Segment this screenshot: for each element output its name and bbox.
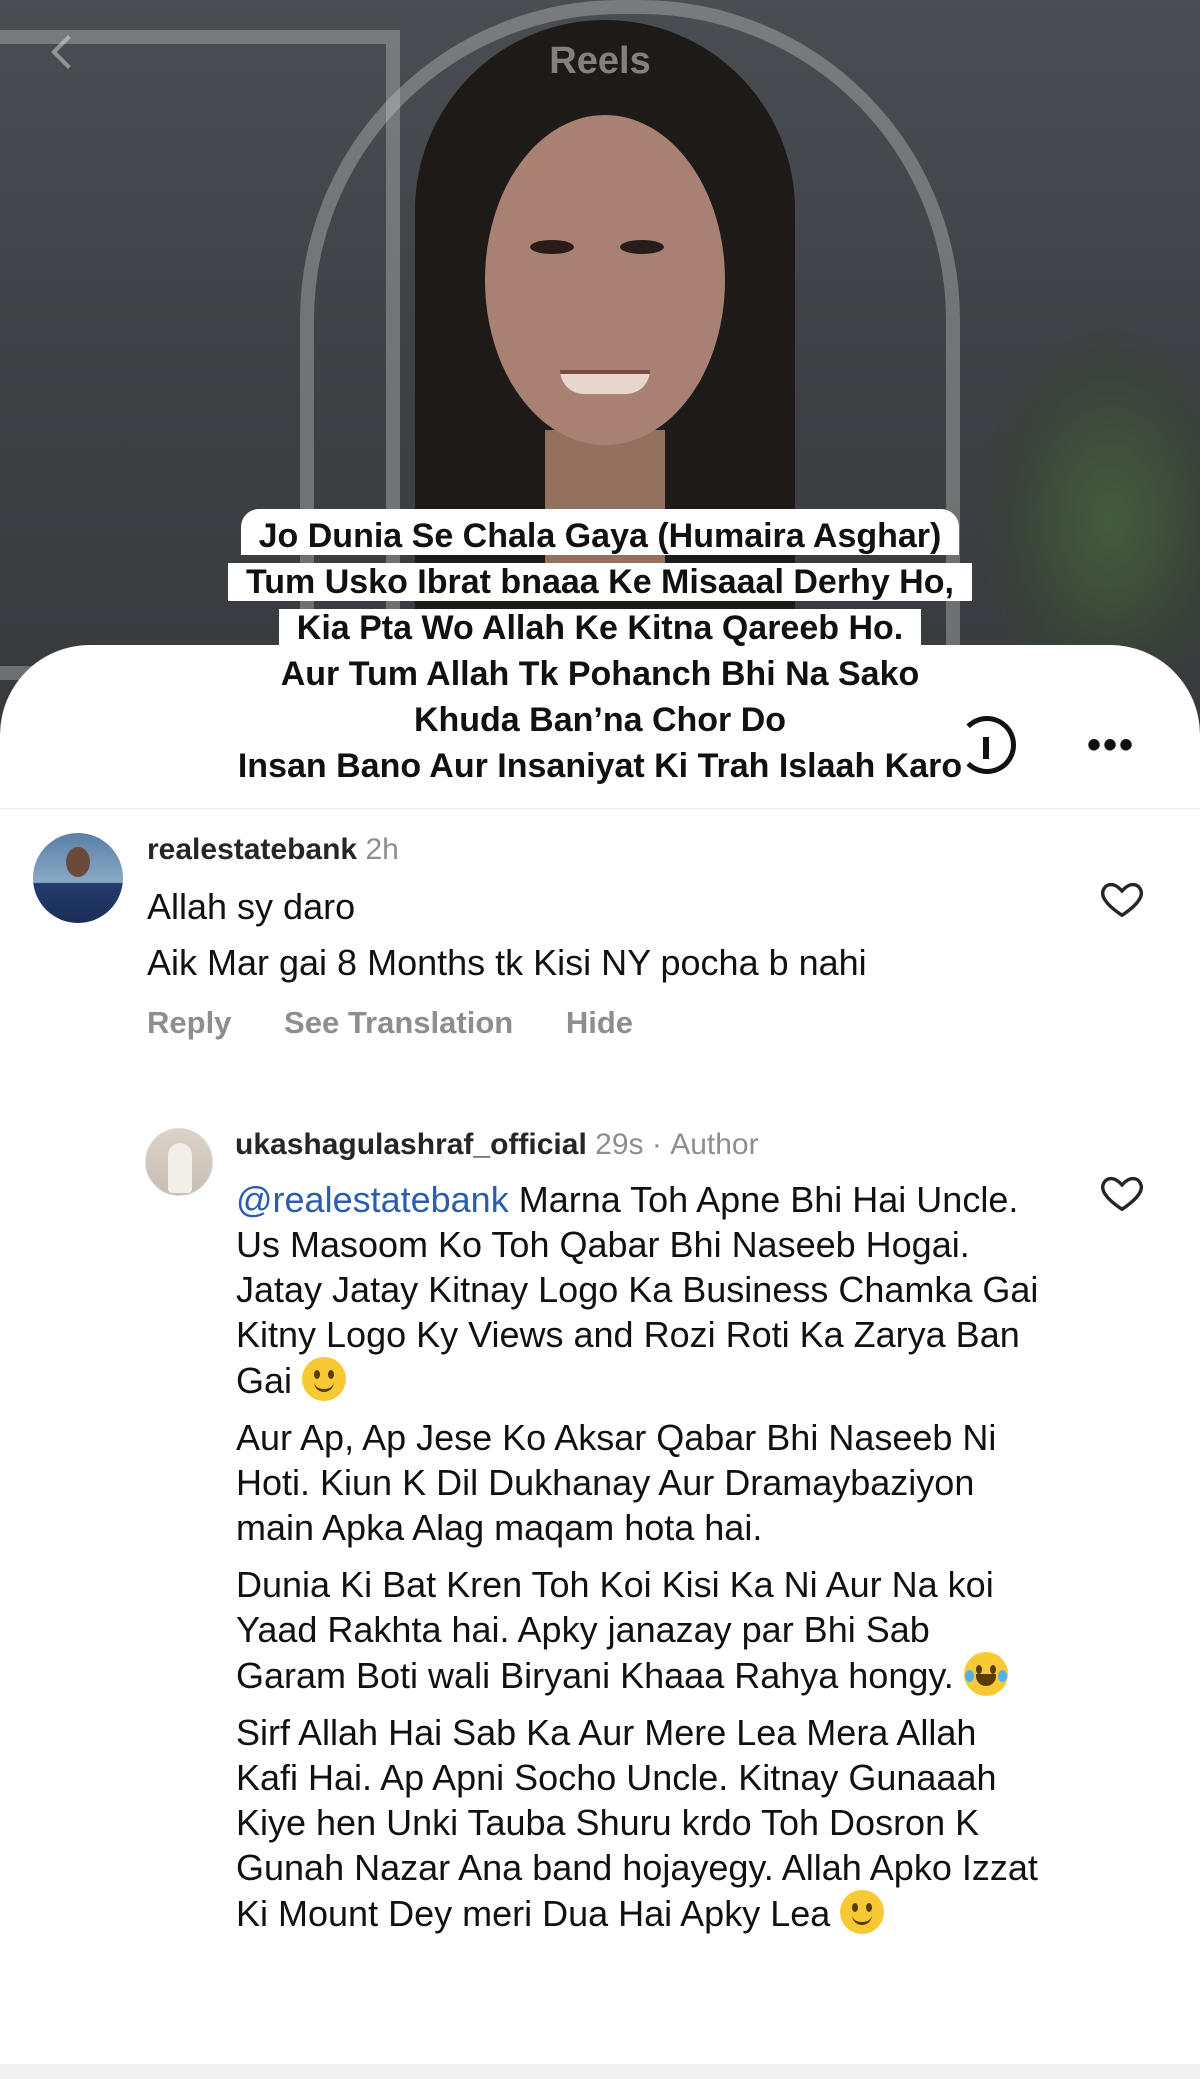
page-title: Reels [549, 40, 651, 82]
like-heart-icon[interactable] [1099, 1169, 1145, 1215]
caption-line: Jo Dunia Se Chala Gaya (Humaira Asghar) [0, 509, 1200, 559]
comment-line: Allah sy daro [147, 886, 356, 927]
person-eye-right [620, 240, 664, 254]
reply-author[interactable]: ukashagulashraf_official 29s · Author [235, 1128, 759, 1162]
hide-button[interactable]: Hide [566, 1005, 633, 1040]
mention-link[interactable]: @realestatebank [236, 1179, 509, 1220]
comment-actions: Reply See Translation Hide [147, 1005, 677, 1041]
like-heart-icon[interactable] [1099, 875, 1145, 921]
reel-remix-icon[interactable] [958, 716, 1016, 774]
username[interactable]: ukashagulashraf_official [235, 1128, 587, 1161]
caption-line: Aur Tum Allah Tk Pohanch Bhi Na Sako [0, 651, 1200, 697]
smile-emoji-icon [840, 1890, 885, 1934]
see-translation-button[interactable]: See Translation [284, 1005, 513, 1040]
avatar[interactable] [145, 1128, 213, 1196]
username[interactable]: realestatebank [147, 833, 357, 866]
avatar[interactable] [33, 833, 123, 923]
reel-caption: Jo Dunia Se Chala Gaya (Humaira Asghar) … [0, 509, 1200, 789]
caption-line: Khuda Ban’na Chor Do [0, 697, 1200, 743]
divider [0, 808, 1200, 809]
person-eye-left [530, 240, 574, 254]
reply-button[interactable]: Reply [147, 1005, 231, 1040]
comment-author[interactable]: realestatebank 2h [147, 833, 399, 867]
reply-paragraph: Dunia Ki Bat Kren Toh Koi Kisi Ka Ni Aur… [236, 1562, 1046, 1698]
separator: · [651, 1128, 662, 1161]
more-options-icon[interactable]: ••• [1087, 725, 1135, 765]
reply-text: @realestatebank Marna Toh Apne Bhi Hai U… [236, 1177, 1046, 1948]
reply-paragraph: Aur Ap, Ap Jese Ko Aksar Qabar Bhi Nasee… [236, 1417, 997, 1548]
smile-emoji-icon [302, 1357, 347, 1401]
comment-time: 2h [365, 833, 399, 866]
caption-line: Insan Bano Aur Insaniyat Ki Trah Islaah … [0, 743, 1200, 789]
caption-line: Kia Pta Wo Allah Ke Kitna Qareeb Ho. [0, 605, 1200, 651]
reply-time: 29s [595, 1128, 644, 1161]
comment-line: Aik Mar gai 8 Months tk Kisi NY pocha b … [147, 942, 867, 983]
comment-text: Allah sy daro Aik Mar gai 8 Months tk Ki… [147, 884, 967, 985]
reply-paragraph: @realestatebank Marna Toh Apne Bhi Hai U… [236, 1179, 1039, 1401]
person-mouth [560, 370, 650, 394]
bottom-edge [0, 2064, 1200, 2079]
reply-paragraph: Sirf Allah Hai Sab Ka Aur Mere Lea Mera … [236, 1712, 1038, 1934]
laughing-tears-emoji-icon [963, 1652, 1008, 1696]
author-badge: Author [670, 1128, 759, 1161]
person-face [485, 115, 725, 445]
caption-line: Tum Usko Ibrat bnaaa Ke Misaaal Derhy Ho… [0, 559, 1200, 605]
